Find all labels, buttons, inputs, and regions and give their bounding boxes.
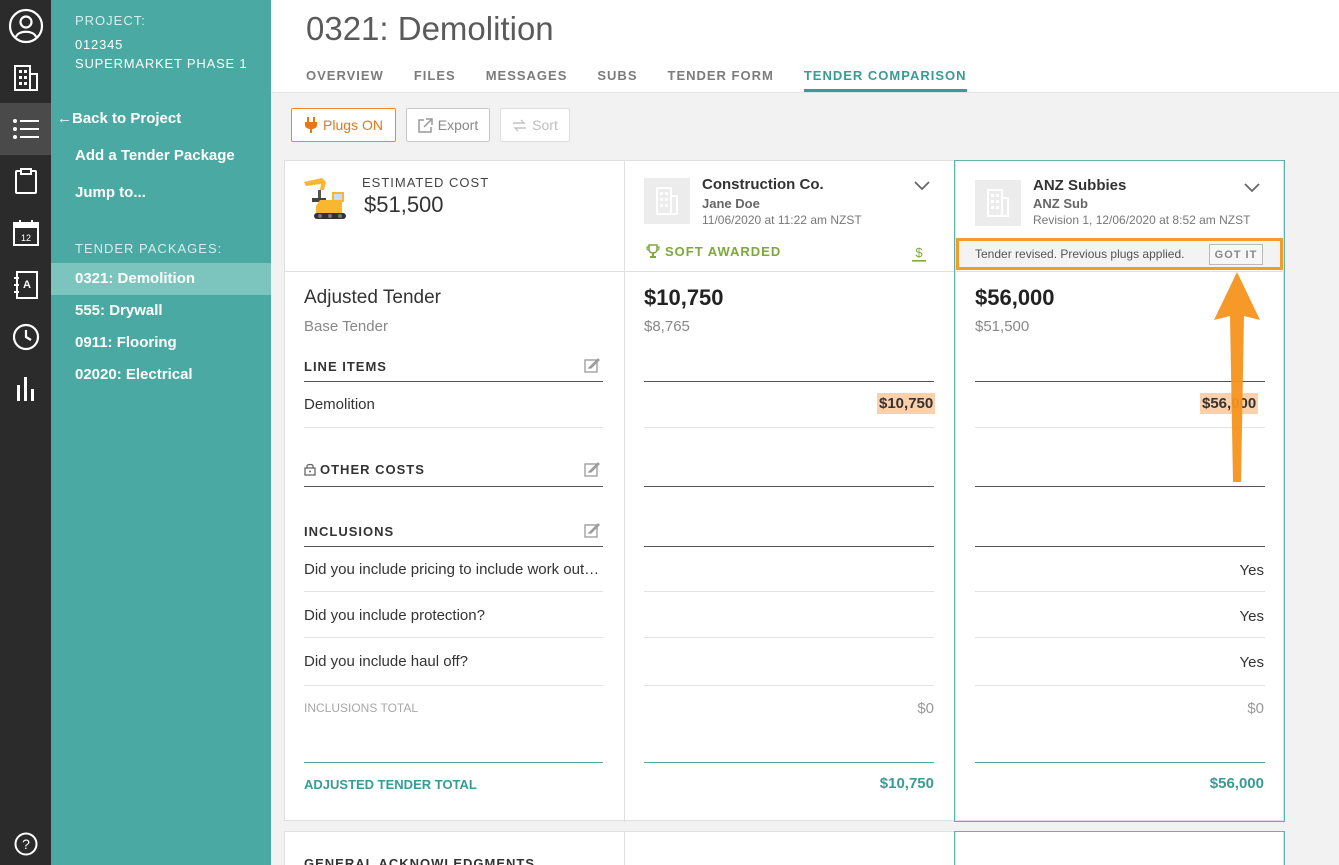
edit-inclusions-icon[interactable] xyxy=(584,522,600,543)
inclusion-answer: Yes xyxy=(1239,654,1264,671)
building-icon xyxy=(987,189,1009,217)
list-icon[interactable] xyxy=(0,103,51,155)
plugs-toggle-button[interactable]: Plugs ON xyxy=(291,108,396,142)
package-item-electrical[interactable]: 02020: Electrical xyxy=(51,359,271,391)
arrow-left-icon: ← xyxy=(57,110,72,127)
tab-files[interactable]: FILES xyxy=(414,68,456,92)
inclusions-total-label: INCLUSIONS TOTAL xyxy=(304,701,419,715)
user-icon[interactable] xyxy=(0,0,51,52)
bar-chart-icon[interactable] xyxy=(0,363,51,415)
edit-line-items-icon[interactable] xyxy=(584,357,600,378)
inclusion-question: Did you include haul off? xyxy=(304,653,469,670)
tender-revised-notice: Tender revised. Previous plugs applied. … xyxy=(956,238,1283,270)
contacts-icon[interactable]: A xyxy=(0,259,51,311)
award-dollar-icon[interactable]: $ xyxy=(911,245,927,268)
package-item-drywall[interactable]: 555: Drywall xyxy=(51,295,271,327)
calendar-icon[interactable]: 12 xyxy=(0,207,51,259)
submission-date: 11/06/2020 at 11:22 am NZST xyxy=(702,213,862,227)
company-contact: Jane Doe xyxy=(702,196,760,211)
company-logo-placeholder xyxy=(975,180,1021,226)
other-costs-heading: OTHER COSTS xyxy=(304,462,425,477)
estimated-cost-label: ESTIMATED COST xyxy=(362,175,490,190)
adjusted-tender-total-label: ADJUSTED TENDER TOTAL xyxy=(304,777,477,792)
jump-to-link[interactable]: Jump to... xyxy=(75,184,146,201)
inclusions-total-value: $0 xyxy=(917,700,934,717)
sort-button[interactable]: Sort xyxy=(500,108,570,142)
company-name: ANZ Subbies xyxy=(1033,177,1127,194)
page-title: 0321: Demolition xyxy=(306,10,554,47)
help-glyph: ? xyxy=(22,836,30,852)
estimated-cost-value: $51,500 xyxy=(364,192,444,217)
plugged-value[interactable]: $10,750 xyxy=(877,393,936,414)
inclusion-question: Did you include protection? xyxy=(304,607,485,624)
page-header: 0321: Demolition OVERVIEW FILES MESSAGES… xyxy=(271,0,1339,93)
tender-packages-label: TENDER PACKAGES: xyxy=(75,241,223,256)
export-label: Export xyxy=(437,117,479,133)
inclusion-question: Did you include pricing to include work … xyxy=(304,561,600,578)
project-label: PROJECT: xyxy=(75,13,146,28)
sort-label: Sort xyxy=(532,117,558,133)
lock-icon xyxy=(304,463,316,476)
building-icon xyxy=(656,187,678,215)
add-tender-package-link[interactable]: Add a Tender Package xyxy=(75,147,235,164)
building-icon[interactable] xyxy=(0,52,51,104)
excavator-icon xyxy=(302,176,352,227)
inclusion-answer: Yes xyxy=(1239,562,1264,579)
inclusions-total-value: $0 xyxy=(1247,700,1264,717)
inclusion-answer: Yes xyxy=(1239,608,1264,625)
line-item-demolition: Demolition xyxy=(304,396,375,413)
help-icon[interactable]: ? xyxy=(0,820,51,865)
inclusions-heading: INCLUSIONS xyxy=(304,524,395,539)
back-to-project-label: Back to Project xyxy=(72,110,182,127)
got-it-button[interactable]: GOT IT xyxy=(1209,244,1263,265)
export-icon xyxy=(418,117,433,133)
back-to-project-link[interactable]: ←Back to Project xyxy=(57,110,181,127)
plugs-label: Plugs ON xyxy=(323,117,383,133)
adjusted-tender-amount: $10,750 xyxy=(644,285,724,310)
export-button[interactable]: Export xyxy=(406,108,490,142)
notice-text: Tender revised. Previous plugs applied. xyxy=(975,247,1185,261)
package-item-demolition[interactable]: 0321: Demolition xyxy=(51,263,271,295)
tab-overview[interactable]: OVERVIEW xyxy=(306,68,384,92)
revision-date: Revision 1, 12/06/2020 at 8:52 am NZST xyxy=(1033,213,1251,227)
tab-tender-form[interactable]: TENDER FORM xyxy=(668,68,774,92)
plug-icon xyxy=(304,117,318,133)
soft-awarded-badge: SOFT AWARDED xyxy=(646,244,781,259)
adjusted-tender-total-value: $10,750 xyxy=(879,775,934,792)
package-item-flooring[interactable]: 0911: Flooring xyxy=(51,327,271,359)
tab-messages[interactable]: MESSAGES xyxy=(486,68,568,92)
clipboard-icon[interactable] xyxy=(0,155,51,207)
company-logo-placeholder xyxy=(644,178,690,224)
plugged-value[interactable]: $56,000 xyxy=(1200,393,1259,414)
chevron-down-icon[interactable] xyxy=(914,178,930,196)
base-tender-amount: $51,500 xyxy=(975,318,1030,335)
icon-rail: 12 A ? xyxy=(0,0,51,865)
clock-icon[interactable] xyxy=(0,311,51,363)
base-tender-amount: $8,765 xyxy=(644,318,690,335)
chevron-down-icon[interactable] xyxy=(1244,180,1260,198)
adjusted-tender-amount: $56,000 xyxy=(975,285,1055,310)
project-name: SUPERMARKET PHASE 1 xyxy=(75,56,248,71)
edit-other-costs-icon[interactable] xyxy=(584,461,600,482)
project-number: 012345 xyxy=(75,37,124,52)
company-contact: ANZ Sub xyxy=(1033,196,1088,211)
calendar-day: 12 xyxy=(20,233,30,243)
svg-text:$: $ xyxy=(915,245,923,260)
general-acknowledgments-heading: GENERAL ACKNOWLEDGMENTS xyxy=(304,856,535,865)
adjusted-tender-total-value: $56,000 xyxy=(1209,775,1264,792)
line-items-heading: LINE ITEMS xyxy=(304,359,387,374)
tab-tender-comparison[interactable]: TENDER COMPARISON xyxy=(803,68,967,92)
svg-text:A: A xyxy=(23,279,31,291)
company-name: Construction Co. xyxy=(702,176,824,193)
sidebar: PROJECT: 012345 SUPERMARKET PHASE 1 ←Bac… xyxy=(51,0,271,865)
adjusted-tender-label: Adjusted Tender xyxy=(304,287,441,308)
other-costs-label: OTHER COSTS xyxy=(320,462,425,477)
base-tender-label: Base Tender xyxy=(304,318,388,335)
trophy-icon xyxy=(646,244,660,259)
tab-bar: OVERVIEW FILES MESSAGES SUBS TENDER FORM… xyxy=(306,68,997,92)
tab-subs[interactable]: SUBS xyxy=(597,68,637,92)
soft-awarded-label: SOFT AWARDED xyxy=(665,244,782,259)
sort-icon xyxy=(512,119,527,132)
